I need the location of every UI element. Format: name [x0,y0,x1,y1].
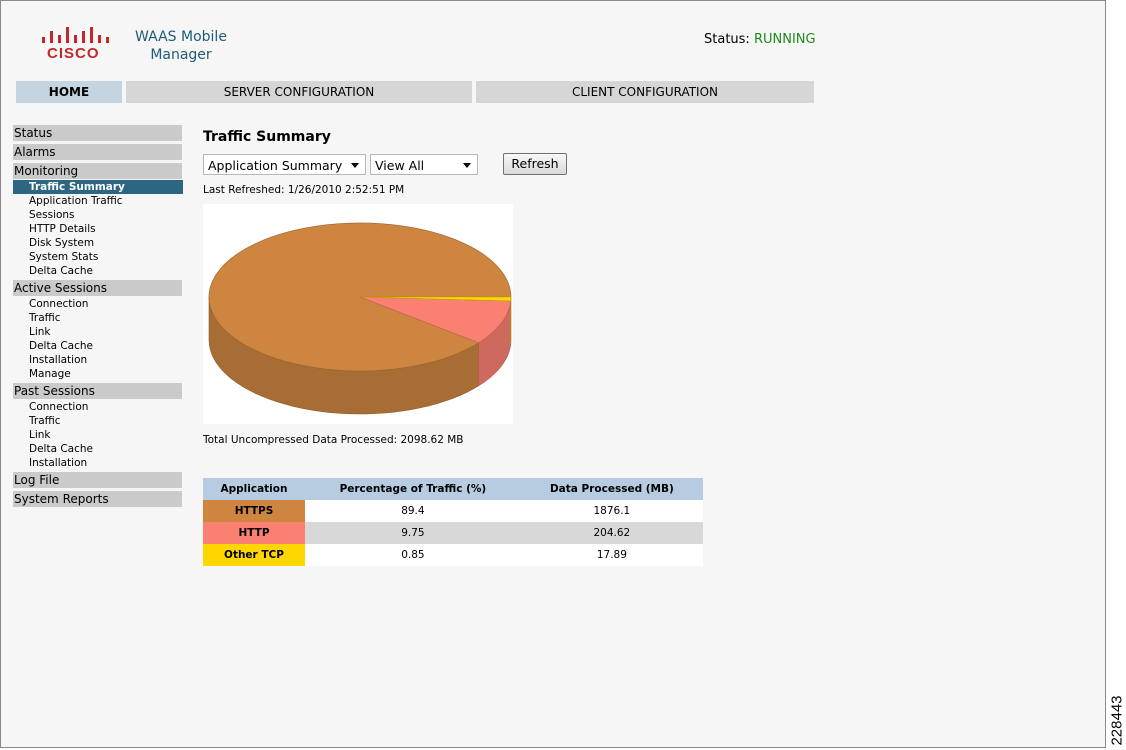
row-data-processed: 17.89 [520,544,703,566]
row-application: Other TCP [203,544,305,566]
sidebar-item-application-traffic[interactable]: Application Traffic [29,194,123,208]
table-row: HTTPS 89.4 1876.1 [203,500,703,522]
figure-id-text: 228443 [1108,694,1126,746]
sidebar-item-system-stats[interactable]: System Stats [29,250,98,264]
chevron-down-icon [351,163,359,168]
row-application: HTTP [203,522,305,544]
sidebar-item-delta-cache[interactable]: Delta Cache [29,264,93,278]
summary-type-value: Application Summary [208,158,343,173]
column-header-percentage: Percentage of Traffic (%) [305,478,521,500]
pie-chart-svg [208,222,512,415]
product-name: WAAS Mobile Manager [135,28,227,64]
refresh-button[interactable]: Refresh [503,153,567,175]
sidebar-item-active-installation[interactable]: Installation [29,353,87,367]
sidebar-item-past-delta-cache[interactable]: Delta Cache [29,442,93,456]
table-row: HTTP 9.75 204.62 [203,522,703,544]
sidebar-item-disk-system[interactable]: Disk System [29,236,94,250]
sidebar-item-traffic-summary[interactable]: Traffic Summary [13,180,183,194]
traffic-summary-table: Application Percentage of Traffic (%) Da… [203,478,703,566]
row-percentage: 0.85 [305,544,521,566]
sidebar-past-sessions[interactable]: Past Sessions [13,383,182,399]
row-percentage: 9.75 [305,522,521,544]
tab-server-configuration[interactable]: SERVER CONFIGURATION [126,81,472,103]
tab-client-configuration[interactable]: CLIENT CONFIGURATION [476,81,814,103]
tab-home[interactable]: HOME [16,81,122,103]
table-header-row: Application Percentage of Traffic (%) Da… [203,478,703,500]
page-title: Traffic Summary [203,129,331,145]
total-data-processed: Total Uncompressed Data Processed: 2098.… [203,434,464,446]
chevron-down-icon [463,163,471,168]
app-window: CISCO WAAS Mobile Manager Status: RUNNIN… [0,0,1106,748]
last-refreshed: Last Refreshed: 1/26/2010 2:52:51 PM [203,184,405,196]
sidebar-item-active-manage[interactable]: Manage [29,367,71,381]
product-name-line1: WAAS Mobile [135,29,227,45]
sidebar-status[interactable]: Status [13,125,182,141]
product-name-line2: Manager [150,47,212,63]
traffic-pie-chart [203,204,513,424]
sidebar-item-sessions[interactable]: Sessions [29,208,75,222]
row-application: HTTPS [203,500,305,522]
sidebar-system-reports[interactable]: System Reports [13,491,182,507]
status-label: Status: [704,32,750,47]
sidebar-item-active-connection[interactable]: Connection [29,297,88,311]
view-filter-value: View All [375,158,425,173]
column-header-application: Application [203,478,305,500]
view-filter-select[interactable]: View All [370,154,478,175]
sidebar-log-file[interactable]: Log File [13,472,182,488]
row-percentage: 89.4 [305,500,521,522]
summary-type-select[interactable]: Application Summary [203,154,366,175]
service-status: Status: RUNNING [704,32,816,47]
sidebar-item-past-link[interactable]: Link [29,428,51,442]
sidebar-alarms[interactable]: Alarms [13,144,182,160]
sidebar-item-http-details[interactable]: HTTP Details [29,222,96,236]
sidebar-monitoring[interactable]: Monitoring [13,163,182,179]
sidebar-item-past-installation[interactable]: Installation [29,456,87,470]
sidebar-item-past-connection[interactable]: Connection [29,400,88,414]
status-value: RUNNING [753,32,816,47]
row-data-processed: 1876.1 [520,500,703,522]
sidebar-item-past-traffic[interactable]: Traffic [29,414,61,428]
column-header-data-processed: Data Processed (MB) [520,478,703,500]
sidebar-active-sessions[interactable]: Active Sessions [13,280,182,296]
sidebar-item-active-traffic[interactable]: Traffic [29,311,61,325]
row-data-processed: 204.62 [520,522,703,544]
table-row: Other TCP 0.85 17.89 [203,544,703,566]
sidebar-item-active-link[interactable]: Link [29,325,51,339]
sidebar-item-active-delta-cache[interactable]: Delta Cache [29,339,93,353]
figure-id: 228443 [1108,692,1126,748]
cisco-logo-text: CISCO [47,45,100,62]
